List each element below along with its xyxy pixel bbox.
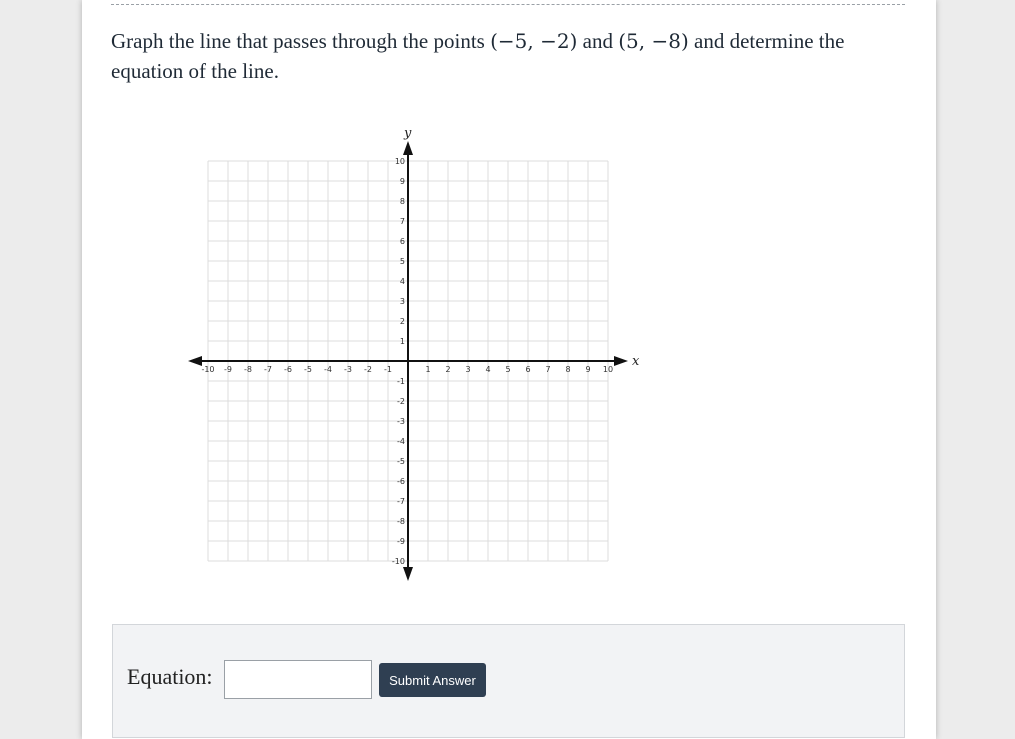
y-tick-label: -3 — [397, 417, 405, 426]
x-tick-label: -6 — [284, 365, 292, 374]
question-text: Graph the line that passes through the p… — [111, 26, 911, 86]
y-tick-label: 5 — [400, 257, 405, 266]
y-tick-label: 3 — [400, 297, 405, 306]
x-tick-label: -3 — [344, 365, 352, 374]
x-tick-label: 8 — [565, 365, 570, 374]
x-axis-label: x — [632, 354, 640, 369]
y-tick-label: 1 — [400, 337, 405, 346]
y-tick-label: 8 — [400, 197, 405, 206]
page-background-right — [936, 0, 1015, 739]
x-tick-label: 1 — [425, 365, 430, 374]
y-tick-label: -6 — [397, 477, 405, 486]
y-tick-label: -9 — [397, 537, 405, 546]
y-tick-label: 10 — [395, 157, 405, 166]
x-tick-label: -4 — [324, 365, 332, 374]
x-tick-label: -10 — [201, 365, 214, 374]
point-two: (5, −8) — [618, 29, 689, 53]
x-tick-label: -8 — [244, 365, 252, 374]
y-tick-label: 4 — [400, 277, 405, 286]
x-tick-label: -2 — [364, 365, 372, 374]
x-tick-label: -7 — [264, 365, 272, 374]
question-intro: Graph the line that passes through the p… — [111, 29, 485, 53]
x-tick-label: 3 — [465, 365, 470, 374]
point-one: (−5, −2) — [490, 29, 578, 53]
y-tick-label: -7 — [397, 497, 405, 506]
y-tick-label: -1 — [397, 377, 405, 386]
x-tick-label: 9 — [585, 365, 590, 374]
y-tick-label: 9 — [400, 177, 405, 186]
page-background-left — [0, 0, 82, 739]
y-tick-label: -2 — [397, 397, 405, 406]
submit-answer-button[interactable]: Submit Answer — [379, 663, 486, 697]
y-axis-label: y — [403, 126, 412, 141]
y-tick-label: -8 — [397, 517, 405, 526]
x-tick-label: -1 — [384, 365, 392, 374]
y-tick-label: -4 — [397, 437, 405, 446]
y-tick-label: 2 — [400, 317, 405, 326]
y-tick-label: 7 — [400, 217, 405, 226]
x-tick-label: 7 — [545, 365, 550, 374]
x-tick-label: -5 — [304, 365, 312, 374]
y-tick-label: -5 — [397, 457, 405, 466]
x-tick-label: 2 — [445, 365, 450, 374]
y-tick-label: 6 — [400, 237, 405, 246]
equation-input[interactable] — [224, 660, 372, 699]
y-tick-label: -10 — [392, 557, 405, 566]
x-tick-label: 5 — [505, 365, 510, 374]
x-tick-label: 4 — [485, 365, 490, 374]
top-divider — [111, 4, 905, 5]
x-tick-label: 10 — [603, 365, 613, 374]
x-tick-label: -9 — [224, 365, 232, 374]
question-and: and — [582, 29, 613, 53]
equation-label: Equation: — [127, 664, 213, 689]
x-tick-label: 6 — [525, 365, 530, 374]
